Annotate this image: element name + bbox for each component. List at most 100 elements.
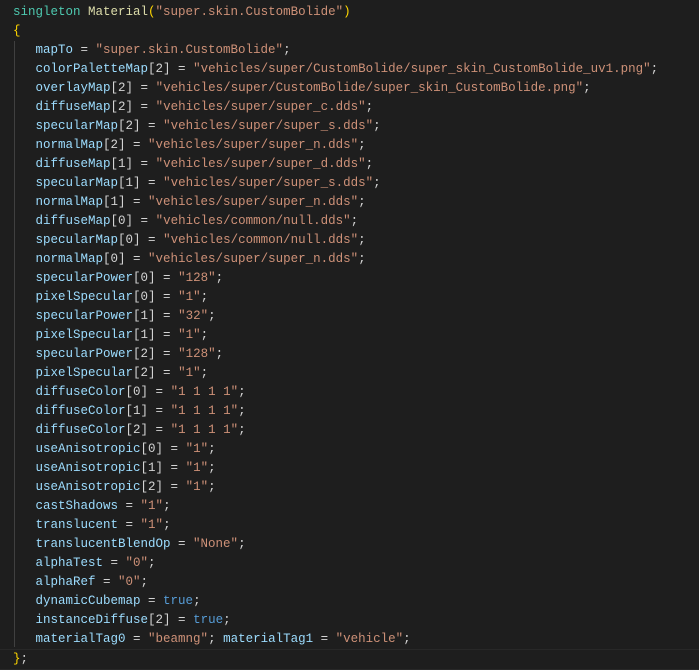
code-line[interactable]: instanceDiffuse[2] = true;	[13, 611, 231, 630]
code-line[interactable]: normalMap[0] = "vehicles/super/super_n.d…	[13, 250, 366, 269]
code-token-index: [2]	[133, 347, 156, 361]
code-line[interactable]: diffuseColor[1] = "1 1 1 1";	[13, 402, 246, 421]
code-line[interactable]: colorPaletteMap[2] = "vehicles/super/Cus…	[13, 60, 659, 79]
code-line[interactable]: overlayMap[2] = "vehicles/super/CustomBo…	[13, 79, 591, 98]
code-token-punct: ;	[373, 119, 381, 133]
code-line[interactable]: alphaRef = "0";	[13, 573, 149, 592]
code-token-punct: ;	[358, 138, 366, 152]
code-line[interactable]: pixelSpecular[0] = "1";	[13, 288, 209, 307]
code-token-punct: =	[133, 100, 156, 114]
code-token-function: Material	[88, 5, 149, 19]
code-line[interactable]: normalMap[2] = "vehicles/super/super_n.d…	[13, 136, 366, 155]
code-token-punct: ;	[238, 537, 246, 551]
code-token-index: [2]	[148, 62, 171, 76]
code-token-index: [0]	[118, 233, 141, 247]
code-token-index: [1]	[125, 404, 149, 418]
code-token-string: "beamng"	[148, 632, 209, 646]
code-token-string: "1"	[185, 442, 209, 456]
code-token-variable: specularPower	[13, 309, 134, 323]
code-line[interactable]: useAnisotropic[0] = "1";	[13, 440, 216, 459]
code-token-punct: =	[163, 442, 186, 456]
code-token-variable: alphaTest	[13, 556, 104, 570]
code-token-punct: =	[163, 461, 186, 475]
code-line[interactable]: useAnisotropic[1] = "1";	[13, 459, 216, 478]
code-token-index: [0]	[110, 214, 134, 228]
code-token-punct: ;	[283, 43, 291, 57]
code-token-punct: ;	[200, 366, 209, 380]
code-token-punct: ;	[208, 632, 224, 646]
code-line[interactable]: specularMap[0] = "vehicles/common/null.d…	[13, 231, 366, 250]
code-token-variable: castShadows	[13, 499, 119, 513]
code-token-string: "128"	[178, 347, 216, 361]
code-line[interactable]: useAnisotropic[2] = "1";	[13, 478, 216, 497]
code-line[interactable]: normalMap[1] = "vehicles/super/super_n.d…	[13, 193, 366, 212]
code-token-punct: =	[155, 290, 179, 304]
code-token-string: "32"	[178, 309, 209, 323]
code-token-punct: ;	[238, 404, 246, 418]
code-line[interactable]: pixelSpecular[2] = "1";	[13, 364, 209, 383]
code-token-punct: ;	[193, 594, 201, 608]
code-line[interactable]: diffuseMap[1] = "vehicles/super/super_d.…	[13, 155, 374, 174]
code-token-variable: diffuseColor	[13, 404, 126, 418]
code-token-punct: =	[313, 632, 336, 646]
code-line[interactable]: castShadows = "1";	[13, 497, 171, 516]
code-token-variable: normalMap	[13, 252, 104, 266]
code-token-punct: =	[103, 556, 126, 570]
code-line[interactable]: specularPower[2] = "128";	[13, 345, 224, 364]
code-token-punct: ;	[215, 271, 224, 285]
code-token-string: "vehicles/common/null.dds"	[163, 233, 359, 247]
code-token-variable: materialTag1	[223, 632, 314, 646]
code-token-punct: ;	[140, 575, 149, 589]
code-line[interactable]: specularPower[1] = "32";	[13, 307, 216, 326]
code-line[interactable]: dynamicCubemap = true;	[13, 592, 201, 611]
code-line[interactable]: alphaTest = "0";	[13, 554, 156, 573]
code-token-variable: specularPower	[13, 271, 134, 285]
code-token-punct: ;	[358, 233, 366, 247]
code-token-punct: ;	[238, 385, 246, 399]
code-token-variable: mapTo	[13, 43, 74, 57]
code-line[interactable]: specularMap[2] = "vehicles/super/super_s…	[13, 117, 381, 136]
code-token-variable: diffuseMap	[13, 100, 111, 114]
code-line[interactable]: singleton Material("super.skin.CustomBol…	[13, 3, 351, 22]
code-token-index: [0]	[140, 442, 164, 456]
code-token-string: "1 1 1 1"	[170, 385, 239, 399]
code-line[interactable]: diffuseColor[2] = "1 1 1 1";	[13, 421, 246, 440]
code-token-string: "vehicles/super/super_n.dds"	[148, 138, 359, 152]
code-editor[interactable]: singleton Material("super.skin.CustomBol…	[0, 0, 699, 670]
code-line[interactable]: translucent = "1";	[13, 516, 171, 535]
code-token-index: [2]	[103, 138, 126, 152]
code-line[interactable]: specularPower[0] = "128";	[13, 269, 224, 288]
code-line[interactable]: {	[13, 22, 21, 41]
code-token-variable: diffuseMap	[13, 157, 111, 171]
code-line[interactable]: diffuseColor[0] = "1 1 1 1";	[13, 383, 246, 402]
code-line[interactable]: };	[0, 649, 699, 670]
code-token-bracket: }	[13, 652, 21, 666]
code-token-index: [0]	[103, 252, 126, 266]
code-token-string: "super.skin.CustomBolide"	[155, 5, 344, 19]
code-token-punct: ;	[365, 100, 374, 114]
code-line[interactable]: mapTo = "super.skin.CustomBolide";	[13, 41, 291, 60]
code-line[interactable]: translucentBlendOp = "None";	[13, 535, 246, 554]
code-token-string: "vehicles/super/super_c.dds"	[155, 100, 366, 114]
code-token-index: [2]	[118, 119, 141, 133]
code-token-index: [1]	[133, 309, 156, 323]
code-token-variable: pixelSpecular	[13, 366, 134, 380]
code-token-string: "super.skin.CustomBolide"	[95, 43, 284, 57]
code-token-bracket: (	[148, 5, 156, 19]
code-token-punct: =	[125, 195, 149, 209]
code-line[interactable]: pixelSpecular[1] = "1";	[13, 326, 209, 345]
code-token-variable: specularMap	[13, 119, 119, 133]
code-token-variable: specularPower	[13, 347, 134, 361]
code-token-punct: =	[170, 62, 194, 76]
code-token-string: "0"	[125, 556, 149, 570]
code-token-punct: ;	[238, 423, 246, 437]
code-token-variable: useAnisotropic	[13, 442, 141, 456]
code-line[interactable]: specularMap[1] = "vehicles/super/super_s…	[13, 174, 381, 193]
code-token-punct: ;	[215, 347, 224, 361]
code-token-index: [1]	[140, 461, 164, 475]
code-line[interactable]: diffuseMap[0] = "vehicles/common/null.dd…	[13, 212, 359, 231]
code-token-keyword: singleton	[13, 5, 89, 19]
code-line[interactable]: diffuseMap[2] = "vehicles/super/super_c.…	[13, 98, 374, 117]
code-line[interactable]: materialTag0 = "beamng"; materialTag1 = …	[13, 630, 411, 649]
code-token-punct: =	[148, 423, 171, 437]
